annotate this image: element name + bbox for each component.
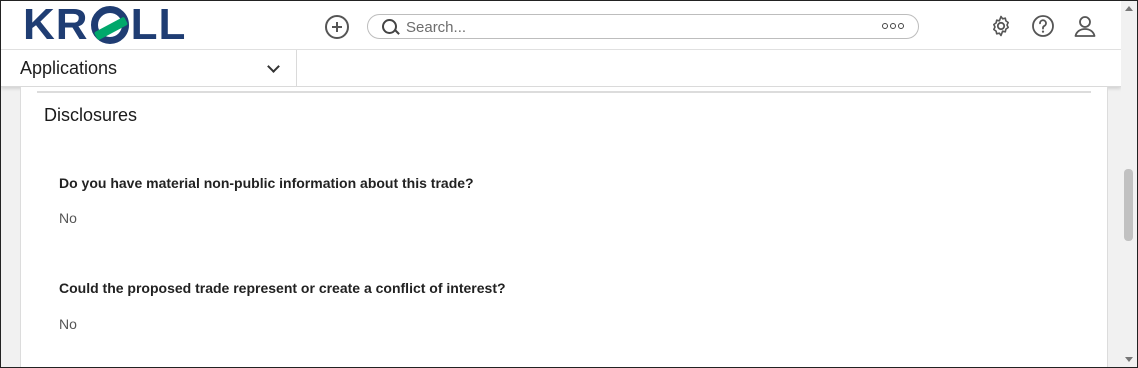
section-title: Disclosures bbox=[44, 105, 138, 125]
question-label: Do you have material non-public informat… bbox=[59, 175, 474, 191]
applications-label: Applications bbox=[20, 58, 118, 78]
logo-text-start: KR bbox=[23, 0, 89, 49]
section-divider bbox=[37, 91, 1091, 93]
applications-dropdown[interactable]: Applications bbox=[1, 50, 297, 86]
scroll-up-arrow-icon[interactable] bbox=[1125, 6, 1133, 11]
logo-o-mark bbox=[90, 6, 129, 44]
scrollbar-thumb[interactable] bbox=[1124, 169, 1133, 241]
user-icon[interactable] bbox=[1073, 14, 1097, 38]
logo-text-end: LL bbox=[130, 0, 187, 49]
content-panel: Disclosures Do you have material non-pub… bbox=[20, 87, 1108, 367]
search-bar[interactable] bbox=[367, 14, 919, 39]
kroll-logo[interactable]: KR LL bbox=[23, 0, 187, 49]
search-icon bbox=[382, 19, 397, 34]
add-button[interactable] bbox=[325, 15, 349, 39]
app-window: KR LL Applications Disclosures bbox=[0, 0, 1138, 368]
search-input[interactable] bbox=[406, 18, 856, 36]
chevron-down-icon bbox=[267, 60, 280, 73]
more-options-icon[interactable] bbox=[882, 23, 904, 29]
answer-value: No bbox=[59, 316, 77, 332]
question-label: Could the proposed trade represent or cr… bbox=[59, 280, 506, 296]
gear-icon[interactable] bbox=[989, 14, 1013, 38]
answer-value: No bbox=[59, 210, 77, 226]
vertical-scrollbar[interactable] bbox=[1121, 1, 1137, 367]
application-bar: Applications bbox=[1, 50, 1121, 87]
help-icon[interactable] bbox=[1031, 14, 1055, 38]
top-header: KR LL bbox=[1, 1, 1121, 50]
scroll-down-arrow-icon[interactable] bbox=[1125, 357, 1133, 362]
